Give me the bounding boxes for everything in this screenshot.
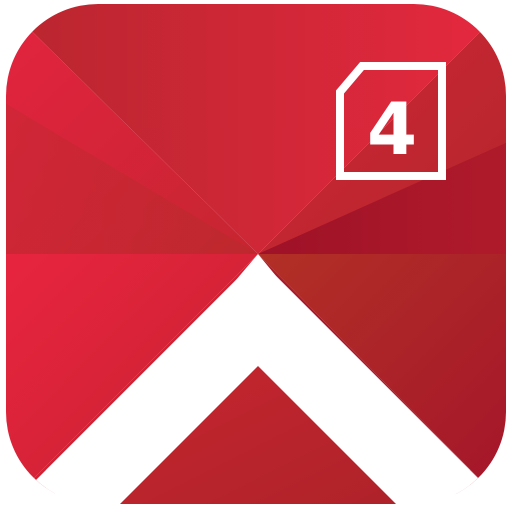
icon-background <box>6 4 506 504</box>
app-icon-graphic: 4 <box>6 4 506 504</box>
badge-digit: 4 <box>367 87 417 171</box>
app-icon[interactable]: 4 <box>0 0 512 512</box>
